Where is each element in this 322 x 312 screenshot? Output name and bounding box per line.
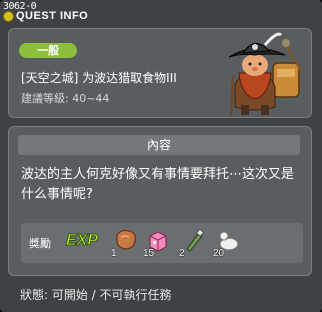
quest-name: [天空之城] 为波达猎取食物III: [21, 71, 177, 85]
category-badge: 一般: [19, 43, 77, 58]
reward-box: 獎勵 EXP 1 15 2 20: [21, 223, 303, 263]
quest-info-window: 3062-0 QUEST INFO 一般 [天空之城] 为波达猎取食物III 建…: [0, 0, 322, 312]
reward-item[interactable]: 20: [213, 227, 243, 259]
content-section-header: 內容: [18, 135, 300, 155]
npc-portrait-icon: [228, 32, 302, 118]
window-title: QUEST INFO: [16, 10, 89, 22]
quest-content-panel: 內容 波达的主人何克好像又有事情要拜托⋯这次又是什么事情呢? 獎勵 EXP 1 …: [8, 126, 312, 276]
quest-description: 波达的主人何克好像又有事情要拜托⋯这次又是什么事情呢?: [21, 167, 295, 202]
reward-qty: 20: [213, 248, 225, 259]
quest-summary-panel: 一般 [天空之城] 为波达猎取食物III 建議等級: 40~44: [8, 28, 312, 118]
quest-icon: [3, 11, 14, 22]
reward-label: 獎勵: [29, 237, 51, 250]
reward-qty: 15: [143, 248, 155, 259]
title-bar[interactable]: QUEST INFO: [0, 10, 322, 24]
reward-item[interactable]: 1: [111, 227, 141, 259]
reward-qty: 2: [179, 248, 185, 259]
reward-qty: 1: [111, 248, 117, 259]
quest-status: 狀態: 可開始 / 不可執行任務: [20, 288, 172, 302]
exp-reward: EXP: [65, 232, 99, 250]
reward-item[interactable]: 2: [179, 227, 209, 259]
recommended-level: 建議等級: 40~44: [21, 92, 110, 105]
reward-item[interactable]: 15: [143, 227, 173, 259]
